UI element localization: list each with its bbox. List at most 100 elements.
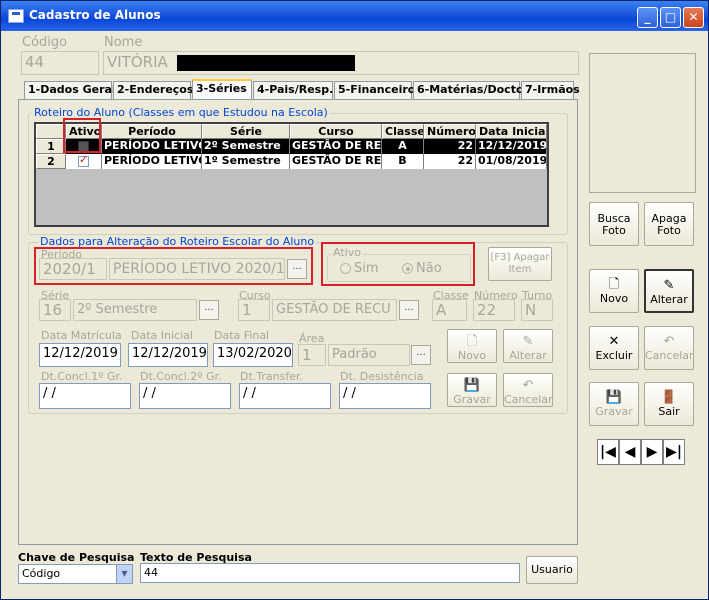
radio-nao-label: Não: [416, 261, 442, 276]
gravar-button[interactable]: 💾 Gravar: [589, 382, 639, 426]
codigo-label: Código: [22, 35, 68, 50]
data-inicial-field[interactable]: 12/12/2019: [128, 343, 208, 367]
texto-pesquisa-input[interactable]: 44: [140, 563, 520, 583]
excluir-label: Excluir: [595, 349, 633, 362]
radio-nao-circle: [402, 263, 413, 274]
next-record-icon[interactable]: ▶: [641, 439, 663, 465]
row-ativo[interactable]: [66, 154, 102, 169]
prev-record-icon[interactable]: ◀: [619, 439, 641, 465]
redacted-block: [176, 54, 355, 71]
row-numero: 22: [424, 139, 476, 154]
busca-foto-button[interactable]: Busca Foto: [589, 202, 639, 246]
turno-field[interactable]: N: [521, 299, 553, 321]
row-data: 01/08/2019: [476, 154, 547, 169]
numero-field[interactable]: 22: [473, 299, 515, 321]
grid-corner: [36, 124, 66, 139]
row-number: 1: [36, 139, 66, 154]
periodo-lookup-button[interactable]: ...: [287, 259, 307, 279]
table-row[interactable]: 2 PERÍODO LETIVO 1º Semestre GESTÃO DE R…: [36, 154, 547, 169]
row-numero: 22: [424, 154, 476, 169]
cancelar-label: Cancelar: [645, 349, 694, 362]
undo-icon: ↶: [522, 378, 534, 393]
dados-alterar-button[interactable]: ✎ Alterar: [503, 329, 553, 363]
minimize-button[interactable]: _: [637, 7, 658, 28]
radio-sim[interactable]: Sim: [340, 261, 379, 276]
tab-dados-gerais[interactable]: 1-Dados Gerais: [24, 81, 122, 99]
grid-header: Ativo Período Série Curso Classe Número …: [36, 124, 547, 139]
apaga-foto-button[interactable]: Apaga Foto: [644, 202, 694, 246]
dados-cancelar-label: Cancelar: [504, 393, 553, 406]
tab-irmaos[interactable]: 7-Irmãos: [521, 81, 580, 99]
novo-label: Novo: [599, 292, 629, 305]
app-icon: [8, 9, 24, 23]
sair-button[interactable]: 🚪 Sair: [644, 382, 694, 426]
usuario-button[interactable]: Usuario: [526, 556, 578, 584]
radio-sim-label: Sim: [354, 261, 379, 276]
tab-financeiro[interactable]: 5-Financeiro: [334, 81, 415, 99]
dt-transfer-field[interactable]: / /: [239, 383, 331, 409]
dt-concl2-field[interactable]: / /: [139, 383, 231, 409]
data-matricula-field[interactable]: 12/12/2019: [39, 343, 121, 367]
col-numero[interactable]: Número: [424, 124, 476, 139]
col-periodo[interactable]: Período: [102, 124, 202, 139]
window-title: Cadastro de Alunos: [29, 8, 161, 22]
row-number: 2: [36, 154, 66, 169]
serie-desc-field[interactable]: 2º Semestre: [73, 299, 197, 321]
chevron-down-icon[interactable]: ▼: [116, 565, 132, 583]
chave-select[interactable]: Código ▼: [18, 564, 133, 584]
last-record-icon[interactable]: ▶|: [663, 439, 685, 465]
new-doc-icon: 🗋: [608, 277, 620, 292]
periodo-desc-field[interactable]: PERÍODO LETIVO 2020/1: [109, 258, 285, 280]
serie-code-field[interactable]: 16: [39, 299, 71, 321]
tab-enderecos[interactable]: 2-Endereços: [113, 81, 193, 99]
save-icon: 💾: [605, 390, 623, 405]
title-bar[interactable]: Cadastro de Alunos _ □ ✕: [1, 1, 708, 31]
cancelar-button[interactable]: ↶ Cancelar: [644, 326, 694, 370]
dados-novo-button[interactable]: 🗋 Novo: [447, 329, 497, 363]
alterar-label: Alterar: [650, 293, 688, 306]
dados-cancelar-button[interactable]: ↶ Cancelar: [503, 373, 553, 407]
novo-button[interactable]: 🗋 Novo: [589, 269, 639, 313]
data-matricula-label: Data Matrícula: [41, 329, 122, 342]
alterar-button[interactable]: ✎ Alterar: [644, 269, 694, 313]
tab-materias-doctos[interactable]: 6-Matérias/Doctos: [413, 81, 530, 99]
dt-concl1-label: Dt.Concl.1º Gr.: [41, 370, 123, 383]
dt-concl1-field[interactable]: / /: [39, 383, 131, 409]
excluir-button[interactable]: ✕ Excluir: [589, 326, 639, 370]
col-curso[interactable]: Curso: [290, 124, 382, 139]
row-serie: 1º Semestre: [202, 154, 290, 169]
nome-field[interactable]: VITÓRIA: [103, 51, 579, 75]
dt-desist-field[interactable]: / /: [339, 383, 431, 409]
dt-concl2-label: Dt.Concl.2º Gr.: [140, 370, 222, 383]
undo-icon: ↶: [663, 334, 675, 349]
grid-empty-area: [36, 169, 547, 225]
area-desc-field[interactable]: Padrão: [328, 344, 410, 366]
tab-pais-resp[interactable]: 4-Pais/Resp.: [253, 81, 333, 99]
tab-series[interactable]: 3-Séries: [192, 79, 252, 100]
ativo-checkbox[interactable]: [78, 154, 89, 167]
periodo-code-field[interactable]: 2020/1: [39, 258, 107, 280]
serie-lookup-button[interactable]: ...: [199, 300, 219, 320]
col-data-inicial[interactable]: Data Inicial: [476, 124, 547, 139]
col-serie[interactable]: Série: [202, 124, 290, 139]
codigo-field[interactable]: 44: [21, 51, 99, 75]
area-code-field[interactable]: 1: [298, 344, 326, 366]
col-classe[interactable]: Classe: [382, 124, 424, 139]
row-periodo: PERÍODO LETIVO: [102, 139, 202, 154]
table-row[interactable]: 1 PERÍODO LETIVO 2º Semestre GESTÃO DE R…: [36, 139, 547, 154]
area-lookup-button[interactable]: ...: [411, 345, 431, 365]
curso-code-field[interactable]: 1: [238, 299, 270, 321]
curso-desc-field[interactable]: GESTÃO DE RECU: [272, 299, 397, 321]
radio-nao[interactable]: Não: [402, 261, 442, 276]
edit-icon: ✎: [522, 334, 534, 349]
curso-lookup-button[interactable]: ...: [399, 300, 419, 320]
first-record-icon[interactable]: |◀: [597, 439, 619, 465]
roteiro-grid[interactable]: Ativo Período Série Curso Classe Número …: [34, 122, 549, 227]
close-button[interactable]: ✕: [683, 7, 704, 28]
maximize-button[interactable]: □: [660, 7, 681, 28]
apagar-item-button[interactable]: [F3] Apagar Item: [488, 247, 552, 281]
classe-field[interactable]: A: [432, 299, 467, 321]
new-doc-icon: 🗋: [466, 334, 478, 349]
dados-gravar-button[interactable]: 💾 Gravar: [447, 373, 497, 407]
data-final-field[interactable]: 13/02/2020: [213, 343, 293, 367]
